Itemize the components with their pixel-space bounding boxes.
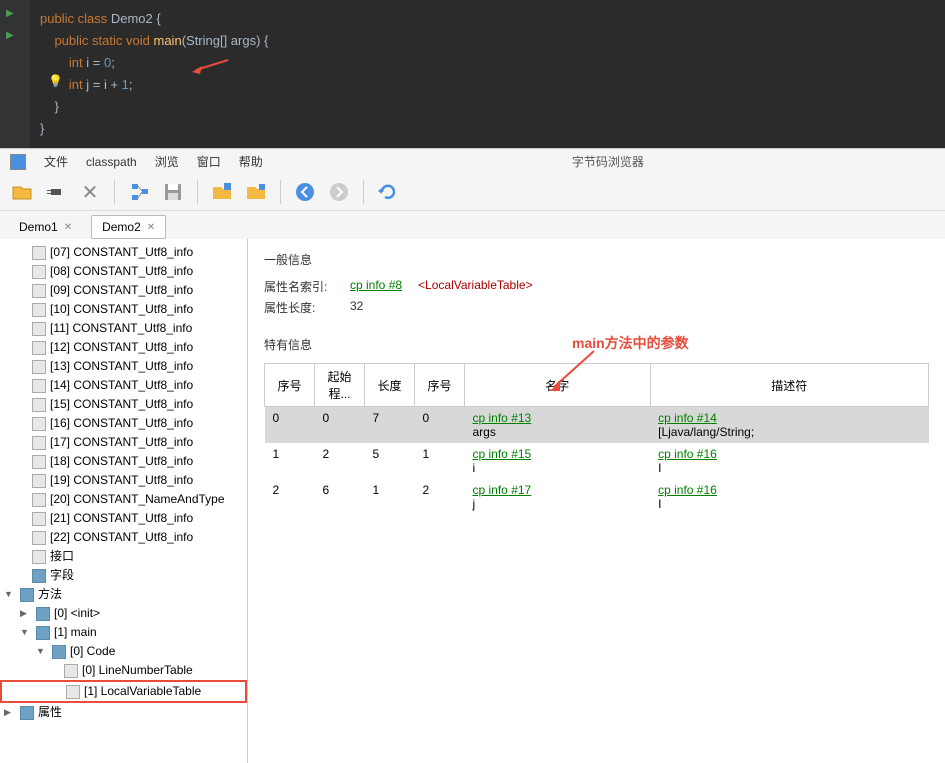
cp-info-link[interactable]: cp info #15 xyxy=(473,447,532,461)
menubar: 文件 classpath 浏览 窗口 帮助 字节码浏览器 xyxy=(0,149,945,174)
menu-window[interactable]: 窗口 xyxy=(197,153,221,170)
tree-interface[interactable]: 接口 xyxy=(0,547,247,566)
toolbar: ✕ xyxy=(0,174,945,211)
col-slot[interactable]: 序号 xyxy=(415,364,465,407)
tree-attrs[interactable]: ▶属性 xyxy=(0,703,247,722)
tab-demo1[interactable]: Demo1✕ xyxy=(8,215,83,239)
separator xyxy=(197,180,198,204)
tree-localvariable-table[interactable]: [1] LocalVariableTable xyxy=(0,680,247,703)
col-length[interactable]: 长度 xyxy=(365,364,415,407)
tree-constant-item[interactable]: [08] CONSTANT_Utf8_info xyxy=(0,262,247,281)
separator xyxy=(280,180,281,204)
tab-demo2[interactable]: Demo2✕ xyxy=(91,215,166,239)
tree-constant-item[interactable]: [20] CONSTANT_NameAndType xyxy=(0,490,247,509)
tree-constant-item[interactable]: [14] CONSTANT_Utf8_info xyxy=(0,376,247,395)
cp-info-link[interactable]: cp info #16 xyxy=(658,447,717,461)
col-desc[interactable]: 描述符 xyxy=(650,364,928,407)
code-editor[interactable]: ▶ ▶ public class Demo2 { public static v… xyxy=(0,0,945,148)
cp-info-link[interactable]: cp info #8 xyxy=(350,278,402,295)
tree-constant-item[interactable]: [15] CONSTANT_Utf8_info xyxy=(0,395,247,414)
name-index-tag: <LocalVariableTable> xyxy=(418,278,533,295)
main-area: [07] CONSTANT_Utf8_info[08] CONSTANT_Utf… xyxy=(0,239,945,763)
menu-classpath[interactable]: classpath xyxy=(86,155,137,169)
tree-methods[interactable]: ▼方法 xyxy=(0,585,247,604)
tree-linenumber-table[interactable]: [0] LineNumberTable xyxy=(0,661,247,680)
code-line-2[interactable]: public static void main(String[] args) { xyxy=(0,30,945,52)
back-icon[interactable] xyxy=(291,178,319,206)
code-line-3[interactable]: int i = 0; xyxy=(0,52,945,74)
tree-constant-item[interactable]: [13] CONSTANT_Utf8_info xyxy=(0,357,247,376)
code-line-5[interactable]: } xyxy=(0,96,945,118)
save-icon[interactable] xyxy=(159,178,187,206)
run-method-icon[interactable]: ▶ xyxy=(6,30,14,41)
col-index[interactable]: 序号 xyxy=(265,364,315,407)
cp-info-link[interactable]: cp info #13 xyxy=(473,411,532,425)
menu-file[interactable]: 文件 xyxy=(44,153,68,170)
file-tabs: Demo1✕ Demo2✕ xyxy=(0,211,945,239)
tree-constant-item[interactable]: [18] CONSTANT_Utf8_info xyxy=(0,452,247,471)
menu-help[interactable]: 帮助 xyxy=(239,153,263,170)
close-icon[interactable]: ✕ xyxy=(147,222,155,233)
table-row[interactable]: 2612cp info #17jcp info #16I xyxy=(265,479,929,515)
folder2-icon[interactable] xyxy=(242,178,270,206)
cp-info-link[interactable]: cp info #14 xyxy=(658,411,717,425)
folder1-icon[interactable] xyxy=(208,178,236,206)
cp-info-link[interactable]: cp info #16 xyxy=(658,483,717,497)
tree-constant-item[interactable]: [12] CONSTANT_Utf8_info xyxy=(0,338,247,357)
tree-panel[interactable]: [07] CONSTANT_Utf8_info[08] CONSTANT_Utf… xyxy=(0,239,248,763)
tree-constant-item[interactable]: [10] CONSTANT_Utf8_info xyxy=(0,300,247,319)
table-row[interactable]: 0070cp info #13argscp info #14[Ljava/lan… xyxy=(265,407,929,444)
tree-code[interactable]: ▼[0] Code xyxy=(0,642,247,661)
gutter: ▶ ▶ xyxy=(0,0,30,148)
tree-constant-item[interactable]: [11] CONSTANT_Utf8_info xyxy=(0,319,247,338)
name-index-row: 属性名索引: cp info #8 <LocalVariableTable> xyxy=(264,278,929,295)
tree-constant-item[interactable]: [17] CONSTANT_Utf8_info xyxy=(0,433,247,452)
general-info-title: 一般信息 xyxy=(264,251,929,268)
close-icon[interactable]: ✕ xyxy=(64,222,72,233)
close-icon[interactable]: ✕ xyxy=(76,178,104,206)
code-line-6[interactable]: } xyxy=(0,118,945,140)
tree-constant-item[interactable]: [16] CONSTANT_Utf8_info xyxy=(0,414,247,433)
menu-browse[interactable]: 浏览 xyxy=(155,153,179,170)
col-start[interactable]: 起始程... xyxy=(315,364,365,407)
annotation-arrow-2 xyxy=(544,347,604,397)
separator xyxy=(363,180,364,204)
bytecode-browser: 文件 classpath 浏览 窗口 帮助 字节码浏览器 ✕ Demo1✕ De… xyxy=(0,148,945,741)
tree-constant-item[interactable]: [19] CONSTANT_Utf8_info xyxy=(0,471,247,490)
plug-icon[interactable] xyxy=(42,178,70,206)
table-row[interactable]: 1251cp info #15icp info #16I xyxy=(265,443,929,479)
refresh-icon[interactable] xyxy=(374,178,402,206)
code-line-1[interactable]: public class Demo2 { xyxy=(0,8,945,30)
open-icon[interactable] xyxy=(8,178,36,206)
annotation-arrow-1 xyxy=(190,56,230,76)
window-title: 字节码浏览器 xyxy=(281,153,935,170)
tree-constant-item[interactable]: [21] CONSTANT_Utf8_info xyxy=(0,509,247,528)
app-icon xyxy=(10,154,26,170)
tree-method-main[interactable]: ▼[1] main xyxy=(0,623,247,642)
tree-icon[interactable] xyxy=(125,178,153,206)
constant-pool-items: [07] CONSTANT_Utf8_info[08] CONSTANT_Utf… xyxy=(0,243,247,547)
detail-panel: 一般信息 属性名索引: cp info #8 <LocalVariableTab… xyxy=(248,239,945,763)
lightbulb-icon[interactable]: 💡 xyxy=(48,74,63,88)
tree-constant-item[interactable]: [09] CONSTANT_Utf8_info xyxy=(0,281,247,300)
separator xyxy=(114,180,115,204)
forward-icon[interactable] xyxy=(325,178,353,206)
tree-fields[interactable]: 字段 xyxy=(0,566,247,585)
code-line-4[interactable]: int j = i + 1; xyxy=(0,74,945,96)
tree-constant-item[interactable]: [07] CONSTANT_Utf8_info xyxy=(0,243,247,262)
run-class-icon[interactable]: ▶ xyxy=(6,8,14,19)
cp-info-link[interactable]: cp info #17 xyxy=(473,483,532,497)
length-row: 属性长度: 32 xyxy=(264,299,929,316)
tree-constant-item[interactable]: [22] CONSTANT_Utf8_info xyxy=(0,528,247,547)
tree-method-init[interactable]: ▶[0] <init> xyxy=(0,604,247,623)
